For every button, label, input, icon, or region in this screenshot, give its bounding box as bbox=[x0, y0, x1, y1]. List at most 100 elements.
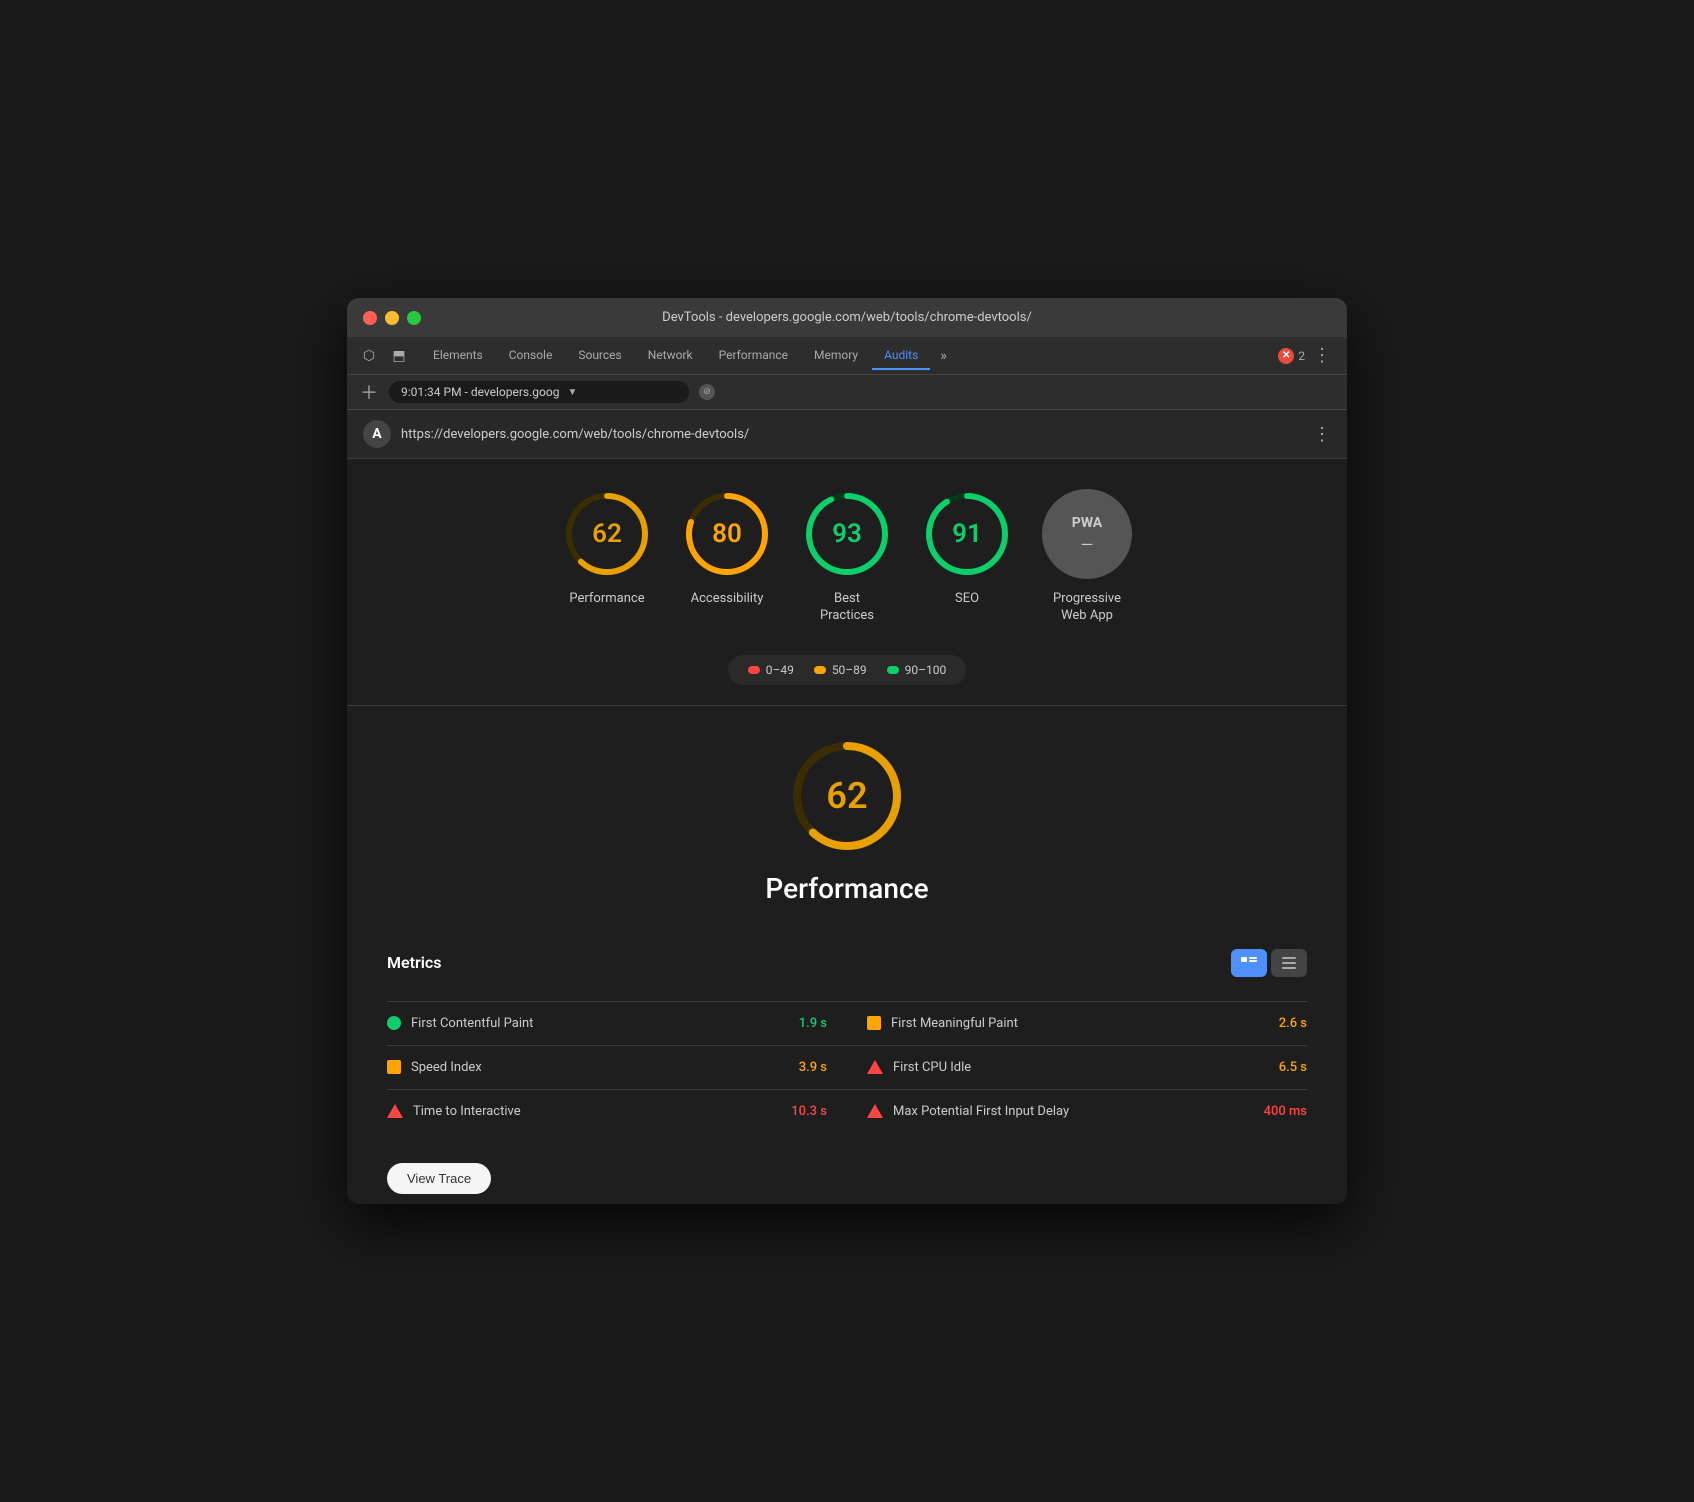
maximize-button[interactable] bbox=[407, 311, 421, 325]
main-performance-title: Performance bbox=[765, 872, 928, 905]
performance-score: 62 bbox=[592, 519, 622, 549]
pwa-label: PWA bbox=[1072, 515, 1102, 531]
metric-tti: Time to Interactive 10.3 s bbox=[387, 1104, 827, 1119]
content-url-bar: A https://developers.google.com/web/tool… bbox=[347, 410, 1347, 459]
tab-elements[interactable]: Elements bbox=[421, 342, 495, 370]
fcp-name: First Contentful Paint bbox=[411, 1016, 789, 1031]
accessibility-label: Accessibility bbox=[691, 591, 764, 608]
new-tab-button[interactable]: ＋ bbox=[359, 382, 379, 402]
metrics-table: First Contentful Paint 1.9 s First Meani… bbox=[387, 1001, 1307, 1133]
metric-si: Speed Index 3.9 s bbox=[387, 1060, 827, 1075]
tab-network[interactable]: Network bbox=[636, 342, 705, 370]
mpfid-value: 400 ms bbox=[1264, 1104, 1307, 1119]
tab-memory[interactable]: Memory bbox=[802, 342, 870, 370]
fcp-value: 1.9 s bbox=[799, 1016, 827, 1031]
url-input[interactable]: 9:01:34 PM - developers.goog ▼ bbox=[389, 381, 689, 403]
tab-audits[interactable]: Audits bbox=[872, 342, 930, 370]
error-icon: ✕ bbox=[1278, 348, 1294, 364]
score-item-accessibility[interactable]: 80 Accessibility bbox=[677, 489, 777, 608]
si-value: 3.9 s bbox=[799, 1060, 827, 1075]
legend-red: 0–49 bbox=[748, 663, 794, 677]
fmp-value: 2.6 s bbox=[1279, 1016, 1307, 1031]
pwa-circle: PWA — bbox=[1042, 489, 1132, 579]
legend-red-dot bbox=[748, 666, 760, 674]
fci-value: 6.5 s bbox=[1279, 1060, 1307, 1075]
legend-orange: 50–89 bbox=[814, 663, 867, 677]
window-title: DevTools - developers.google.com/web/too… bbox=[662, 310, 1032, 325]
pwa-category-label: ProgressiveWeb App bbox=[1053, 591, 1121, 625]
toggle-list-button[interactable] bbox=[1271, 949, 1307, 977]
content-menu-icon[interactable]: ⋮ bbox=[1313, 424, 1331, 445]
legend-red-label: 0–49 bbox=[766, 663, 794, 677]
no-icon: ⊘ bbox=[699, 384, 715, 400]
minimize-button[interactable] bbox=[385, 311, 399, 325]
metric-fcp: First Contentful Paint 1.9 s bbox=[387, 1016, 827, 1031]
metric-fci: First CPU Idle 6.5 s bbox=[867, 1060, 1307, 1075]
scores-row: 62 Performance 80 Accessibility bbox=[557, 489, 1137, 625]
legend-orange-dot bbox=[814, 666, 826, 674]
score-legend: 0–49 50–89 90–100 bbox=[728, 655, 967, 685]
bottom-partial: View Trace bbox=[347, 1153, 1347, 1204]
best-practices-label: BestPractices bbox=[820, 591, 874, 625]
main-performance-circle: 62 bbox=[787, 736, 907, 856]
close-button[interactable] bbox=[363, 311, 377, 325]
fci-icon bbox=[867, 1060, 883, 1074]
site-favicon: A bbox=[363, 420, 391, 448]
view-trace-button[interactable]: View Trace bbox=[387, 1163, 491, 1194]
metric-mpfid: Max Potential First Input Delay 400 ms bbox=[867, 1104, 1307, 1119]
metrics-row-3: Time to Interactive 10.3 s Max Potential… bbox=[387, 1089, 1307, 1133]
metrics-title: Metrics bbox=[387, 953, 441, 972]
fcp-icon bbox=[387, 1016, 401, 1030]
si-name: Speed Index bbox=[411, 1060, 789, 1075]
main-performance-section: 62 Performance bbox=[347, 706, 1347, 949]
traffic-lights bbox=[363, 311, 421, 325]
mpfid-icon bbox=[867, 1104, 883, 1118]
tti-name: Time to Interactive bbox=[413, 1104, 781, 1119]
performance-label: Performance bbox=[569, 591, 644, 608]
metrics-section: Metrics bbox=[347, 949, 1347, 1153]
performance-circle: 62 bbox=[562, 489, 652, 579]
error-count: 2 bbox=[1298, 349, 1305, 363]
main-performance-score: 62 bbox=[826, 775, 867, 817]
title-bar: DevTools - developers.google.com/web/too… bbox=[347, 298, 1347, 337]
score-item-performance[interactable]: 62 Performance bbox=[557, 489, 657, 608]
tab-bar: ⬡ ⬒ Elements Console Sources Network Per… bbox=[347, 337, 1347, 375]
seo-circle: 91 bbox=[922, 489, 1012, 579]
metrics-toggle bbox=[1231, 949, 1307, 977]
toggle-grid-button[interactable] bbox=[1231, 949, 1267, 977]
metric-fmp: First Meaningful Paint 2.6 s bbox=[867, 1016, 1307, 1031]
page-content: A https://developers.google.com/web/tool… bbox=[347, 410, 1347, 1204]
devtools-menu-icon[interactable]: ⋮ bbox=[1307, 345, 1337, 366]
fci-name: First CPU Idle bbox=[893, 1060, 1269, 1075]
address-text: 9:01:34 PM - developers.goog bbox=[401, 385, 559, 399]
error-badge: ✕ 2 bbox=[1278, 348, 1305, 364]
score-item-pwa[interactable]: PWA — ProgressiveWeb App bbox=[1037, 489, 1137, 625]
legend-green: 90–100 bbox=[887, 663, 947, 677]
pwa-dash: — bbox=[1081, 535, 1094, 554]
cursor-icon[interactable]: ⬡ bbox=[357, 344, 381, 368]
metrics-row-2: Speed Index 3.9 s First CPU Idle 6.5 s bbox=[387, 1045, 1307, 1089]
best-practices-score: 93 bbox=[832, 519, 862, 549]
score-item-best-practices[interactable]: 93 BestPractices bbox=[797, 489, 897, 625]
tab-console[interactable]: Console bbox=[497, 342, 565, 370]
dock-icon[interactable]: ⬒ bbox=[387, 344, 411, 368]
fmp-name: First Meaningful Paint bbox=[891, 1016, 1269, 1031]
address-bar: ＋ 9:01:34 PM - developers.goog ▼ ⊘ bbox=[347, 375, 1347, 410]
best-practices-circle: 93 bbox=[802, 489, 892, 579]
mpfid-name: Max Potential First Input Delay bbox=[893, 1104, 1254, 1119]
scores-section: 62 Performance 80 Accessibility bbox=[347, 459, 1347, 705]
metrics-header: Metrics bbox=[387, 949, 1307, 985]
legend-orange-label: 50–89 bbox=[832, 663, 867, 677]
tab-sources[interactable]: Sources bbox=[566, 342, 633, 370]
legend-green-label: 90–100 bbox=[905, 663, 947, 677]
seo-score: 91 bbox=[952, 519, 982, 549]
metrics-row-1: First Contentful Paint 1.9 s First Meani… bbox=[387, 1001, 1307, 1045]
seo-label: SEO bbox=[955, 591, 979, 608]
legend-green-dot bbox=[887, 666, 899, 674]
browser-window: DevTools - developers.google.com/web/too… bbox=[347, 298, 1347, 1204]
more-tabs-button[interactable]: » bbox=[932, 344, 955, 368]
score-item-seo[interactable]: 91 SEO bbox=[917, 489, 1017, 608]
tab-performance[interactable]: Performance bbox=[707, 342, 800, 370]
content-url-text: https://developers.google.com/web/tools/… bbox=[401, 427, 1303, 442]
fmp-icon bbox=[867, 1016, 881, 1030]
